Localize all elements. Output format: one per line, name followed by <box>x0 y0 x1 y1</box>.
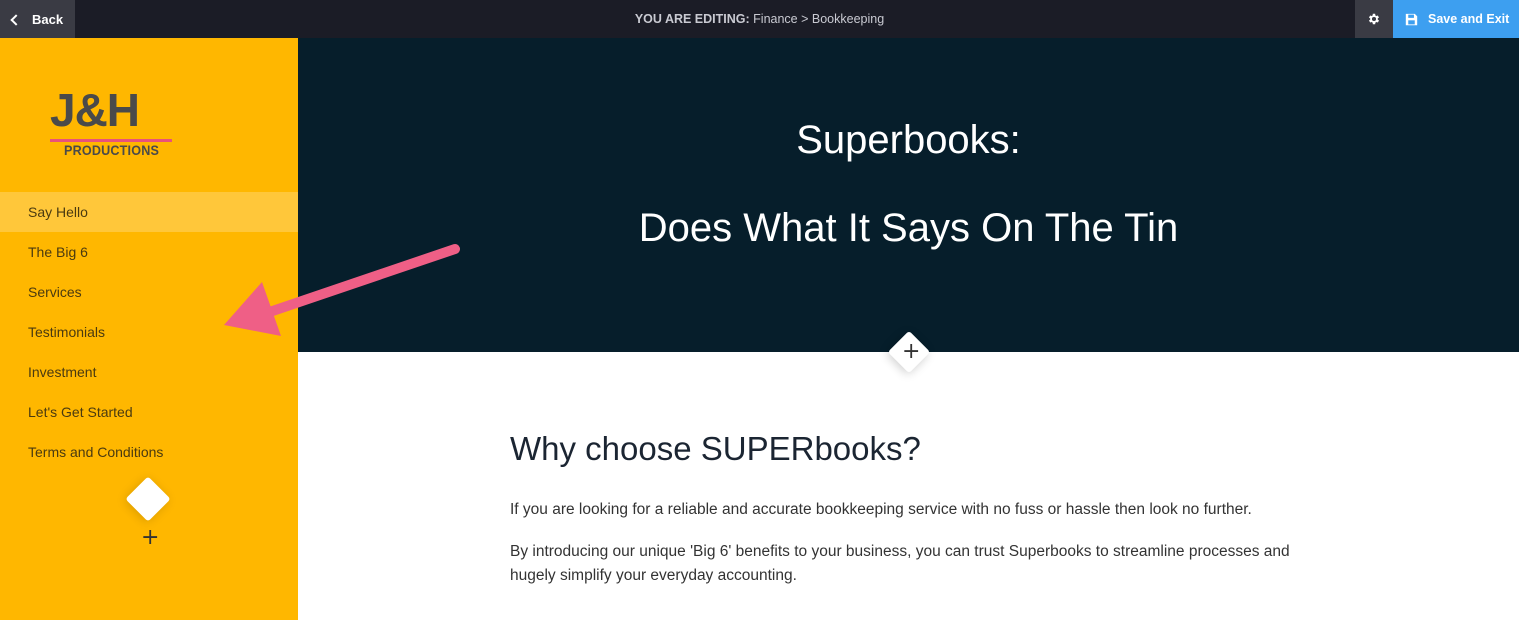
save-button-label: Save and Exit <box>1428 12 1510 26</box>
logo-main-text: J&H <box>50 84 140 136</box>
paragraph: If you are looking for a reliable and ac… <box>510 501 1252 518</box>
hero-title: Superbooks: <box>796 118 1021 162</box>
sidebar-item-terms-and-conditions[interactable]: Terms and Conditions <box>0 432 298 472</box>
sidebar-item-services[interactable]: Services <box>0 272 298 312</box>
save-and-exit-button[interactable]: Save and Exit <box>1393 0 1519 38</box>
top-bar: Back YOU ARE EDITING: Finance > Bookkeep… <box>0 0 1519 38</box>
hero-subtitle: Does What It Says On The Tin <box>638 206 1179 250</box>
sidebar-item-the-big-6[interactable]: The Big 6 <box>0 232 298 272</box>
plus-icon: + <box>141 525 160 550</box>
gear-icon <box>1368 13 1380 25</box>
hero-section: Superbooks: Does What It Says On The Tin <box>298 38 1519 352</box>
floppy-disk-icon <box>1405 13 1418 25</box>
sidebar-item-lets-get-started[interactable]: Let's Get Started <box>0 392 298 432</box>
plus-icon: + <box>902 339 921 364</box>
settings-button[interactable] <box>1355 0 1393 38</box>
sidebar-nav: Say Hello The Big 6 Services Testimonial… <box>0 192 298 472</box>
sidebar-item-testimonials[interactable]: Testimonials <box>0 312 298 352</box>
paragraph: By introducing our unique 'Big 6' benefi… <box>510 543 1290 584</box>
main-content: Why choose SUPERbooks? If you are lookin… <box>510 430 1310 607</box>
section-heading: Why choose SUPERbooks? <box>510 430 921 467</box>
back-button-label: Back <box>32 11 64 27</box>
logo: J&H PRODUCTIONS <box>48 82 174 162</box>
sidebar-item-investment[interactable]: Investment <box>0 352 298 392</box>
editing-indicator: YOU ARE EDITING: Finance > Bookkeeping <box>0 0 1519 38</box>
editing-path: Finance > Bookkeeping <box>753 12 885 26</box>
chevron-left-icon <box>10 13 22 26</box>
editing-prefix: YOU ARE EDITING: <box>634 12 750 26</box>
sidebar-item-say-hello[interactable]: Say Hello <box>0 192 298 232</box>
back-button[interactable]: Back <box>0 0 75 38</box>
logo-sub-text: PRODUCTIONS <box>64 142 160 158</box>
